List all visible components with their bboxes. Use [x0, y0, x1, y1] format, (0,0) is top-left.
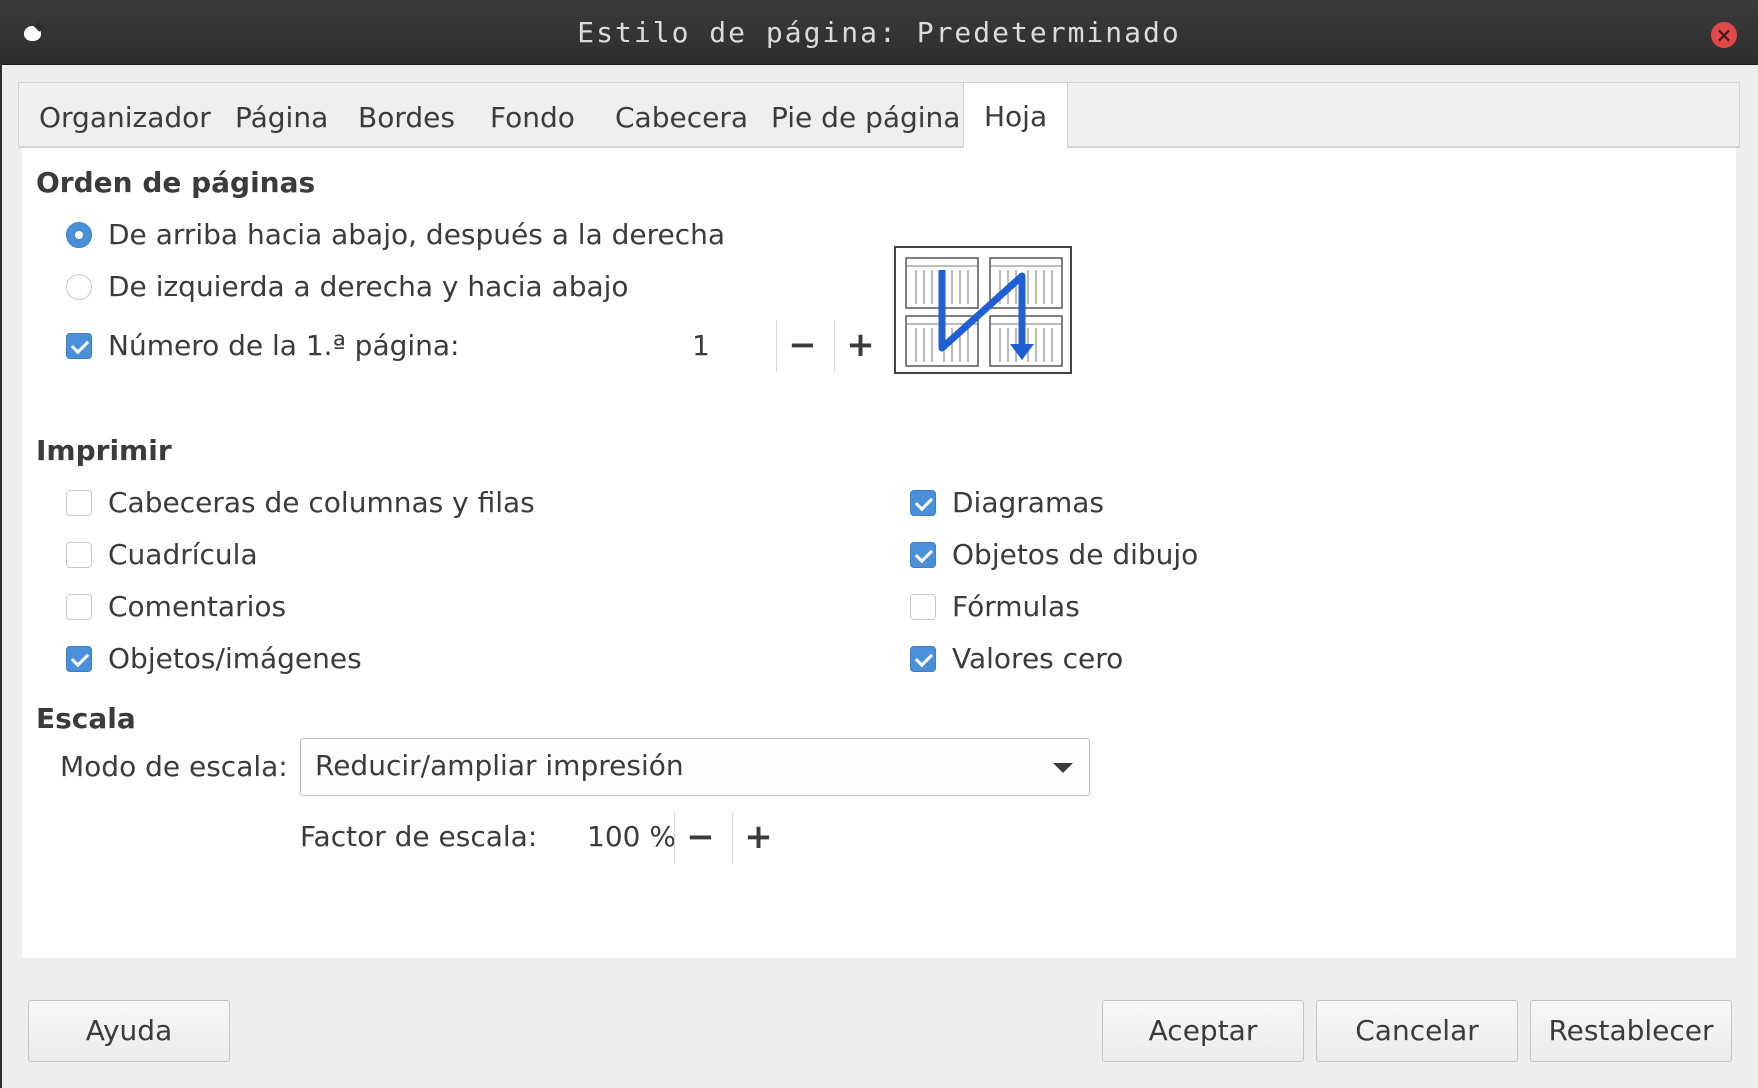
print-option-formulas[interactable]: Fórmulas — [910, 590, 1410, 626]
print-option-grid[interactable]: Cuadrícula — [66, 538, 666, 574]
scale-factor-value[interactable]: 100 % — [587, 820, 676, 853]
print-option-headers[interactable]: Cabeceras de columnas y filas — [66, 486, 666, 522]
print-option-label: Cuadrícula — [108, 538, 258, 571]
print-option-comments[interactable]: Comentarios — [66, 590, 666, 626]
checkbox-checked[interactable] — [66, 333, 92, 359]
tab-bordes[interactable]: Bordes — [358, 101, 455, 134]
first-page-increment-button[interactable]: + — [834, 320, 886, 372]
reset-button[interactable]: Restablecer — [1530, 1000, 1732, 1062]
print-option-label: Fórmulas — [952, 590, 1080, 623]
sheet-tab-panel: Orden de páginas De arriba hacia abajo, … — [22, 148, 1736, 958]
checkbox[interactable] — [66, 594, 92, 620]
radio-left-to-right[interactable]: De izquierda a derecha y hacia abajo — [66, 270, 766, 306]
print-heading: Imprimir — [36, 434, 172, 467]
tab-hoja[interactable]: Hoja — [963, 82, 1069, 148]
scale-factor-decrement-button[interactable]: − — [674, 812, 726, 864]
print-option-label: Valores cero — [952, 642, 1124, 675]
tab-bar: Organizador Página Bordes Fondo Cabecera… — [18, 82, 1740, 148]
page-style-dialog: Estilo de página: Predeterminado × Organ… — [0, 0, 1758, 1088]
close-icon[interactable]: × — [1711, 22, 1737, 48]
window-edge — [0, 64, 2, 1088]
title-bar: Estilo de página: Predeterminado × — [0, 0, 1758, 65]
print-option-zero-values[interactable]: Valores cero — [910, 642, 1410, 678]
cancel-button[interactable]: Cancelar — [1316, 1000, 1518, 1062]
print-option-label: Objetos/imágenes — [108, 642, 362, 675]
scale-mode-label: Modo de escala: — [60, 750, 288, 783]
help-button[interactable]: Ayuda — [28, 1000, 230, 1062]
page-order-preview-image — [894, 246, 1072, 374]
scale-mode-select[interactable]: Reducir/ampliar impresión — [300, 738, 1090, 796]
first-page-number-value[interactable]: 1 — [692, 329, 710, 362]
window-title: Estilo de página: Predeterminado — [577, 16, 1181, 49]
print-option-charts[interactable]: Diagramas — [910, 486, 1410, 522]
print-option-objects-images[interactable]: Objetos/imágenes — [66, 642, 666, 678]
scale-factor-label: Factor de escala: — [300, 820, 538, 853]
scale-heading: Escala — [36, 702, 136, 735]
radio-top-to-bottom[interactable]: De arriba hacia abajo, después a la dere… — [66, 218, 766, 254]
tab-fondo[interactable]: Fondo — [490, 101, 575, 134]
print-option-label: Diagramas — [952, 486, 1104, 519]
checkbox[interactable] — [66, 542, 92, 568]
checkbox-checked[interactable] — [910, 646, 936, 672]
radio-left-to-right-label: De izquierda a derecha y hacia abajo — [108, 270, 629, 303]
tab-cabecera[interactable]: Cabecera — [615, 101, 748, 134]
first-page-number-label: Número de la 1.ª página: — [108, 329, 460, 362]
page-order-heading: Orden de páginas — [36, 166, 316, 199]
print-option-label: Comentarios — [108, 590, 287, 623]
chevron-down-icon — [1053, 763, 1073, 773]
checkbox-checked[interactable] — [910, 490, 936, 516]
print-option-label: Cabeceras de columnas y filas — [108, 486, 535, 519]
checkbox-checked[interactable] — [66, 646, 92, 672]
scale-factor-increment-button[interactable]: + — [732, 812, 784, 864]
scale-mode-value: Reducir/ampliar impresión — [315, 749, 684, 782]
print-option-label: Objetos de dibujo — [952, 538, 1199, 571]
checkbox[interactable] — [910, 594, 936, 620]
page-order-preview-icon — [905, 257, 1063, 367]
radio-button-selected[interactable] — [66, 222, 92, 248]
tab-pagina[interactable]: Página — [235, 101, 328, 134]
tab-pie-de-pagina[interactable]: Pie de página — [771, 101, 960, 134]
checkbox-checked[interactable] — [910, 542, 936, 568]
first-page-decrement-button[interactable]: − — [776, 320, 828, 372]
checkbox[interactable] — [66, 490, 92, 516]
tab-organizador[interactable]: Organizador — [39, 101, 211, 134]
first-page-number-checkbox[interactable]: Número de la 1.ª página: — [66, 329, 566, 365]
radio-button[interactable] — [66, 274, 92, 300]
ok-button[interactable]: Aceptar — [1102, 1000, 1304, 1062]
radio-top-to-bottom-label: De arriba hacia abajo, después a la dere… — [108, 218, 726, 251]
print-option-drawing-objects[interactable]: Objetos de dibujo — [910, 538, 1410, 574]
